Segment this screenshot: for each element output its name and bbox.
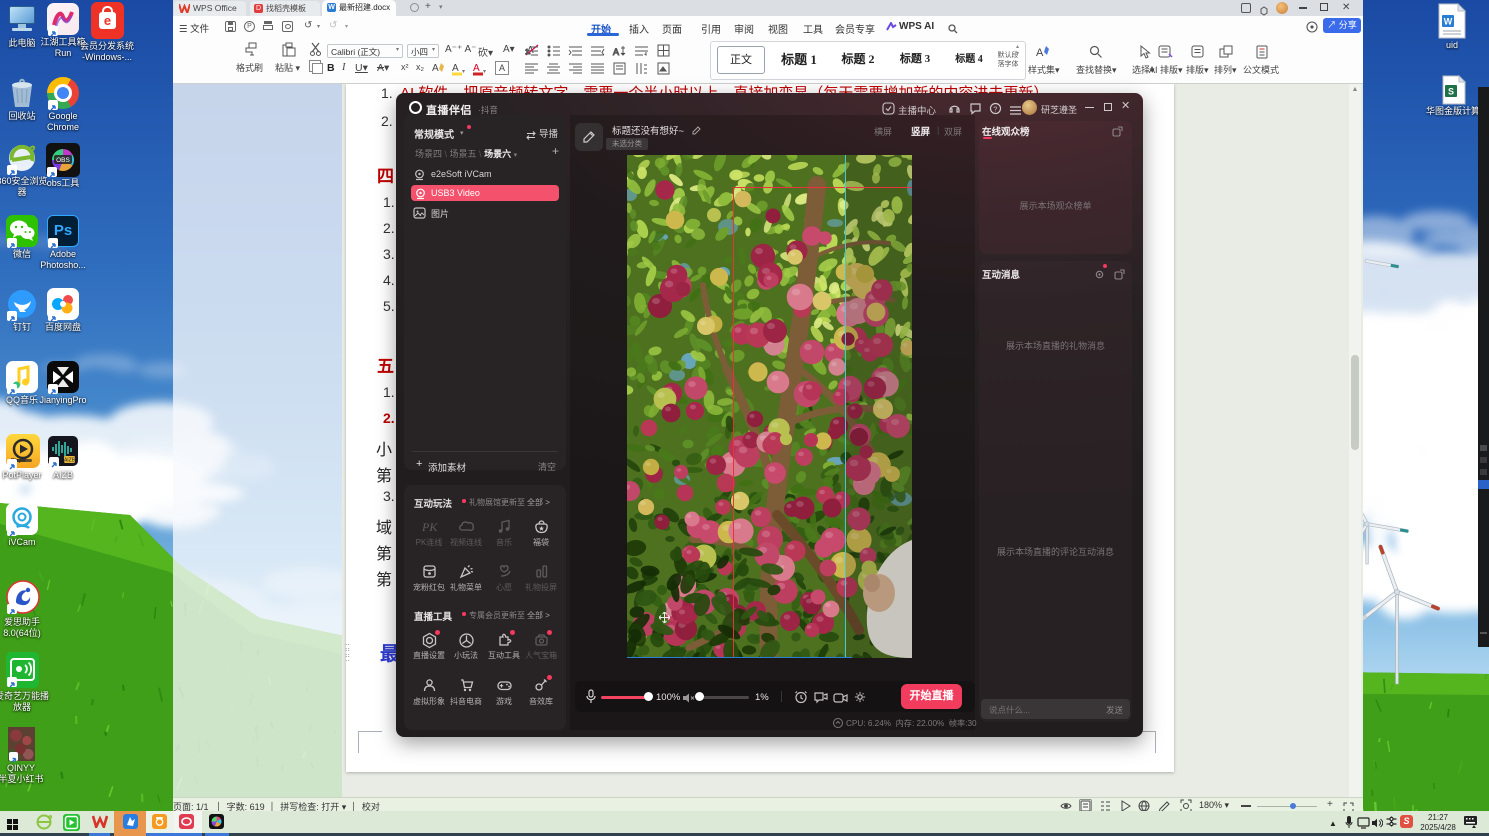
svg-text:A: A [473, 63, 480, 74]
svg-text:OBS: OBS [56, 157, 70, 164]
svg-text:A: A [1036, 47, 1044, 59]
svg-text:▾: ▾ [462, 69, 465, 75]
svg-text:W: W [1444, 17, 1453, 27]
svg-text:S: S [1448, 87, 1454, 97]
svg-text:▾: ▾ [483, 69, 486, 75]
svg-text:?: ? [993, 104, 997, 113]
svg-text:A: A [613, 47, 619, 57]
svg-text:1.: 1. [525, 49, 531, 56]
svg-text:PK: PK [421, 520, 438, 534]
svg-text:A: A [452, 63, 459, 74]
svg-text:A: A [432, 63, 439, 74]
svg-text:AIZB: AIZB [64, 458, 76, 464]
